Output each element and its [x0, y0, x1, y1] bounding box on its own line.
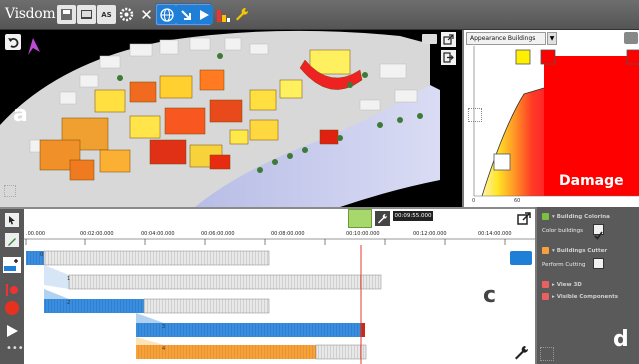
track-marker: 3: [162, 324, 166, 330]
timeline-panel[interactable]: ••• .00.000 00:02:00.000 00:04:00.000 00…: [0, 207, 535, 364]
save-icon[interactable]: [57, 5, 76, 24]
record-icon[interactable]: [5, 301, 19, 315]
chevron-down-icon[interactable]: ▼: [547, 32, 557, 45]
tick-label: 00:08:00.000: [271, 231, 305, 237]
arrow-icon[interactable]: [176, 5, 195, 24]
tick-label: 00:06:00.000: [201, 231, 235, 237]
more-icon[interactable]: •••: [6, 343, 24, 354]
popout-icon[interactable]: [441, 32, 456, 47]
timeline-tools: •••: [0, 209, 24, 364]
color-buildings-label: Color buildings: [542, 228, 584, 234]
grid-handle-icon[interactable]: [4, 185, 16, 197]
tick-label: 00:14:00.000: [478, 231, 512, 237]
panel-label-a: a: [13, 102, 28, 127]
track-marker: 0: [40, 252, 44, 258]
panel-label-d: d: [613, 327, 629, 352]
section-visible-components[interactable]: ▸ Visible Components: [542, 293, 618, 300]
wrench-icon[interactable]: [513, 345, 529, 361]
grid-handle-icon[interactable]: [540, 347, 554, 361]
track-3[interactable]: [136, 313, 365, 337]
paint-bucket-icon[interactable]: [624, 32, 638, 44]
track-marker: 1: [67, 276, 71, 282]
components-icon: [542, 293, 549, 300]
coloring-icon: [542, 213, 549, 220]
color-buildings-checkbox[interactable]: [593, 224, 604, 240]
undo-icon[interactable]: [5, 34, 21, 50]
section-buildings-cutter[interactable]: ▾ Buildings Cutter: [542, 247, 607, 254]
track-add-icon[interactable]: [510, 251, 532, 265]
perform-cutting-checkbox[interactable]: [593, 258, 604, 269]
current-time-readout: 00:09:55.000: [393, 211, 433, 221]
section-label: View 3D: [556, 282, 582, 288]
section-view-3d[interactable]: ▸ View 3D: [542, 281, 582, 288]
timeline-tracks[interactable]: [24, 245, 504, 364]
play-icon[interactable]: [194, 5, 213, 24]
section-label: Building Colorina: [556, 214, 610, 220]
camera-icon[interactable]: [422, 34, 437, 44]
app-logo: Visdom: [5, 6, 56, 22]
pointer-icon[interactable]: [5, 213, 19, 227]
edit-icon[interactable]: [5, 233, 19, 247]
damage-overlay-label: Damage: [559, 173, 624, 189]
time-ruler[interactable]: [24, 209, 535, 245]
as-icon[interactable]: AS: [97, 5, 116, 24]
tick-label: .00.000: [26, 231, 46, 237]
control-point-red[interactable]: [540, 49, 556, 65]
axis-tick-120: 120: [556, 198, 566, 204]
export-icon[interactable]: [441, 50, 456, 65]
section-label: Buildings Cutter: [556, 248, 608, 254]
globe-icon[interactable]: [157, 5, 176, 24]
zoom-grid-icon[interactable]: [348, 209, 372, 228]
section-building-coloring[interactable]: ▾ Building Colorina: [542, 213, 610, 220]
axis-label-damage: Damage [kE]: [604, 198, 637, 204]
axis-tick-0: 0: [472, 198, 476, 204]
screen-icon[interactable]: [77, 5, 96, 24]
popout-icon[interactable]: [517, 211, 531, 225]
tick-label: 00:04:00.000: [141, 231, 175, 237]
record-marker-icon[interactable]: [6, 281, 18, 296]
control-point-yellow[interactable]: [515, 49, 531, 65]
track-marker: 4: [162, 346, 166, 352]
properties-panel: ▾ Building Colorina Color buildings ▾ Bu…: [535, 207, 639, 364]
tick-label: 00:10:00.000: [346, 231, 380, 237]
3d-scene[interactable]: [0, 30, 462, 207]
panel-label-b: b: [481, 62, 497, 87]
appearance-panel: Appearance Buildings ▼ b 0 60 120 Damage…: [462, 30, 639, 207]
wrench-icon[interactable]: [232, 5, 251, 24]
play-icon[interactable]: [6, 322, 18, 341]
control-point-white[interactable]: [493, 153, 511, 171]
track-0[interactable]: [26, 250, 270, 266]
tick-label: 00:02:00.000: [80, 231, 114, 237]
grid-handle-icon[interactable]: [468, 108, 482, 122]
axis-tick-60: 60: [514, 198, 521, 204]
track-2[interactable]: [44, 289, 270, 314]
section-label: Visible Components: [556, 294, 619, 300]
gear-icon[interactable]: [117, 5, 136, 24]
3d-city-view[interactable]: a: [0, 30, 462, 207]
add-track-icon[interactable]: [3, 257, 21, 273]
bars-icon[interactable]: [214, 5, 233, 24]
view3d-icon: [542, 281, 549, 288]
tick-label: 00:12:00.000: [413, 231, 447, 237]
perform-cutting-label: Perform Cutting: [542, 262, 586, 268]
wrench-icon[interactable]: [375, 211, 390, 226]
visdom-app: Visdom AS ✕ a Appearance Buildings ▼ b 0…: [0, 0, 639, 364]
cutter-icon: [542, 247, 549, 254]
appearance-select[interactable]: Appearance Buildings: [466, 32, 546, 45]
close-icon[interactable]: ✕: [137, 5, 156, 24]
main-toolbar: Visdom AS ✕: [0, 0, 639, 30]
track-4[interactable]: [136, 337, 367, 360]
track-1[interactable]: [44, 265, 382, 290]
track-marker: 2: [67, 300, 71, 306]
control-point-end[interactable]: [626, 49, 639, 65]
